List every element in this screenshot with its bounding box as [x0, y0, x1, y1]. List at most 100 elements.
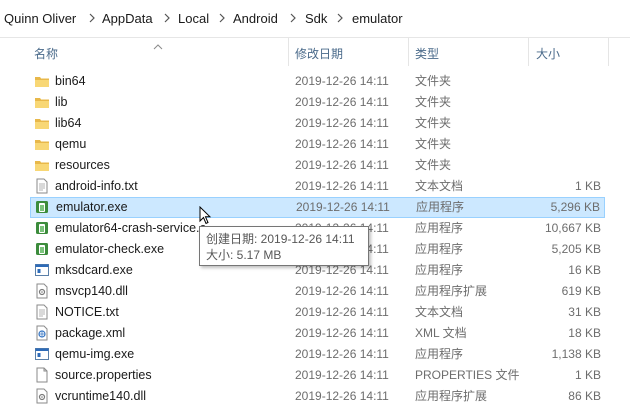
- file-type: 应用程序: [416, 200, 465, 214]
- file-date: 2019-12-26 14:11: [295, 368, 389, 382]
- file-date: 2019-12-26 14:11: [296, 200, 390, 214]
- file-date: 2019-12-26 14:11: [295, 326, 389, 340]
- file-row-android-info[interactable]: android-info.txt 2019-12-26 14:11 文本文档 1…: [30, 176, 605, 197]
- file-row-package-xml[interactable]: package.xml 2019-12-26 14:11 XML 文档 18 K…: [30, 323, 605, 344]
- file-type: 文本文档: [415, 305, 464, 319]
- android-exe-icon: [34, 241, 50, 257]
- mouse-pointer-icon: [199, 205, 212, 228]
- file-date: 2019-12-26 14:11: [295, 305, 389, 319]
- breadcrumb-local[interactable]: Local: [178, 10, 209, 27]
- column-date[interactable]: 修改日期: [295, 45, 343, 62]
- file-type: 文件夹: [415, 137, 452, 151]
- blank-file-icon: [34, 367, 50, 383]
- file-type: 应用程序扩展: [415, 284, 488, 298]
- file-row-notice[interactable]: NOTICE.txt 2019-12-26 14:11 文本文档 31 KB: [30, 302, 605, 323]
- file-row-source-properties[interactable]: source.properties 2019-12-26 14:11 PROPE…: [30, 365, 605, 386]
- column-divider[interactable]: [528, 38, 529, 66]
- address-bar[interactable]: Quinn Oliver AppData Local Android Sdk e…: [0, 0, 630, 38]
- column-divider[interactable]: [408, 38, 409, 66]
- file-type: 文件夹: [415, 158, 452, 172]
- android-exe-icon: [34, 220, 50, 236]
- file-type: 文件夹: [415, 74, 452, 88]
- breadcrumb-emulator[interactable]: emulator: [352, 10, 403, 27]
- column-type[interactable]: 类型: [415, 45, 439, 62]
- file-row-msvcp140[interactable]: msvcp140.dll 2019-12-26 14:11 应用程序扩展 619…: [30, 281, 605, 302]
- folder-icon: [34, 136, 50, 152]
- file-type: 应用程序: [415, 263, 464, 277]
- column-divider[interactable]: [608, 38, 609, 66]
- file-name: NOTICE.txt: [55, 305, 119, 319]
- file-size: 16 KB: [568, 263, 601, 277]
- file-name: emulator64-crash-service.exe: [55, 221, 205, 235]
- file-row-lib[interactable]: lib 2019-12-26 14:11 文件夹: [30, 92, 605, 113]
- file-size: 5,205 KB: [551, 242, 601, 256]
- file-row-qemu[interactable]: qemu 2019-12-26 14:11 文件夹: [30, 134, 605, 155]
- file-name: mksdcard.exe: [55, 263, 133, 277]
- file-size: 619 KB: [561, 284, 601, 298]
- file-name: lib: [55, 95, 68, 109]
- breadcrumb-appdata[interactable]: AppData: [102, 10, 153, 27]
- file-type: 应用程序: [415, 242, 464, 256]
- file-size: 5,296 KB: [550, 200, 600, 214]
- file-size: 1,138 KB: [551, 347, 601, 361]
- chevron-right-icon[interactable]: [287, 12, 299, 24]
- chevron-right-icon[interactable]: [86, 12, 98, 24]
- column-name[interactable]: 名称: [34, 45, 58, 62]
- file-date: 2019-12-26 14:11: [295, 179, 389, 193]
- file-date: 2019-12-26 14:11: [295, 284, 389, 298]
- file-date: 2019-12-26 14:11: [295, 389, 389, 403]
- file-type: 文件夹: [415, 116, 452, 130]
- file-row-lib64[interactable]: lib64 2019-12-26 14:11 文件夹: [30, 113, 605, 134]
- file-info-tooltip: 创建日期: 2019-12-26 14:11 大小: 5.17 MB: [199, 226, 369, 266]
- file-row-qemu-img[interactable]: qemu-img.exe 2019-12-26 14:11 应用程序 1,138…: [30, 344, 605, 365]
- file-type: XML 文档: [415, 326, 467, 340]
- file-type: 文本文档: [415, 179, 464, 193]
- file-name: android-info.txt: [55, 179, 138, 193]
- breadcrumb-quinn-oliver[interactable]: Quinn Oliver: [4, 10, 76, 27]
- xml-file-icon: [34, 325, 50, 341]
- file-size: 1 KB: [574, 368, 601, 382]
- tooltip-created-date: 创建日期: 2019-12-26 14:11: [206, 232, 355, 246]
- file-date: 2019-12-26 14:11: [295, 95, 389, 109]
- file-name: lib64: [55, 116, 82, 130]
- column-size[interactable]: 大小: [536, 45, 560, 62]
- file-name: emulator.exe: [56, 200, 128, 214]
- file-type: PROPERTIES 文件: [415, 368, 520, 382]
- android-exe-icon: [34, 199, 50, 215]
- file-name: msvcp140.dll: [55, 284, 128, 298]
- file-size: 10,667 KB: [544, 221, 601, 235]
- exe-window-icon: [34, 262, 50, 278]
- folder-icon: [34, 157, 50, 173]
- file-size: 18 KB: [568, 326, 601, 340]
- chevron-right-icon[interactable]: [334, 12, 346, 24]
- file-name: emulator-check.exe: [55, 242, 165, 256]
- file-name: bin64: [55, 74, 86, 88]
- file-type: 应用程序: [415, 347, 464, 361]
- column-header: 名称 修改日期 类型 大小: [0, 38, 630, 66]
- file-date: 2019-12-26 14:11: [295, 74, 389, 88]
- breadcrumb-sdk[interactable]: Sdk: [305, 10, 327, 27]
- sort-ascending-icon: [153, 39, 163, 53]
- file-type: 应用程序: [415, 221, 464, 235]
- chevron-right-icon[interactable]: [161, 12, 173, 24]
- file-row-vcruntime140[interactable]: vcruntime140.dll 2019-12-26 14:11 应用程序扩展…: [30, 386, 605, 407]
- exe-window-icon: [34, 346, 50, 362]
- file-name: qemu: [55, 137, 87, 151]
- file-date: 2019-12-26 14:11: [295, 158, 389, 172]
- file-type: 文件夹: [415, 95, 452, 109]
- folder-icon: [34, 115, 50, 131]
- column-divider[interactable]: [288, 38, 289, 66]
- file-name: source.properties: [55, 368, 152, 382]
- folder-icon: [34, 94, 50, 110]
- file-size: 1 KB: [574, 179, 601, 193]
- file-row-resources[interactable]: resources 2019-12-26 14:11 文件夹: [30, 155, 605, 176]
- chevron-right-icon[interactable]: [216, 12, 228, 24]
- tooltip-size: 大小: 5.17 MB: [206, 248, 282, 262]
- dll-file-icon: [34, 283, 50, 299]
- breadcrumb-android[interactable]: Android: [233, 10, 278, 27]
- file-row-emulator-exe[interactable]: emulator.exe 2019-12-26 14:11 应用程序 5,296…: [30, 197, 605, 218]
- file-size: 31 KB: [568, 305, 601, 319]
- file-date: 2019-12-26 14:11: [295, 116, 389, 130]
- text-file-icon: [34, 304, 50, 320]
- file-row-bin64[interactable]: bin64 2019-12-26 14:11 文件夹: [30, 71, 605, 92]
